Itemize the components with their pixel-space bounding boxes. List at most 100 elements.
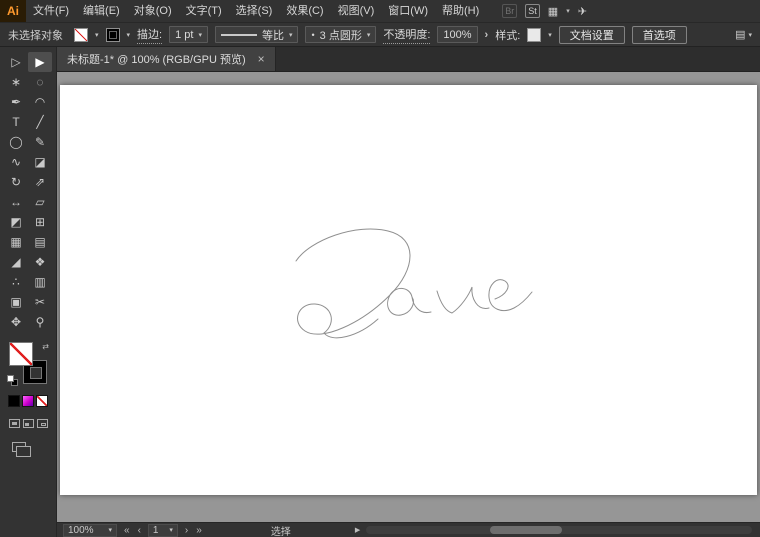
first-artboard-button[interactable]: «	[123, 525, 131, 536]
zoom-chevron-icon: ▾	[108, 527, 112, 534]
artboard-number-combo[interactable]: 1 ▾	[147, 523, 178, 537]
draw-inside-icon[interactable]	[36, 419, 48, 428]
fill-indicator-none[interactable]	[9, 342, 33, 366]
fill-color-swatch[interactable]	[74, 27, 88, 42]
menu-item-4[interactable]: 文字(T)	[179, 0, 229, 22]
eyedropper-tool[interactable]: ◢	[4, 252, 28, 272]
width-profile-line-icon	[220, 33, 257, 36]
default-fill-stroke-icon[interactable]	[7, 375, 18, 386]
opacity-combo[interactable]: 100%	[437, 26, 478, 43]
zoom-level-value: 100%	[68, 524, 94, 536]
brush-value: 3 点圆形	[319, 29, 362, 42]
mesh-tool[interactable]: ▦	[4, 232, 28, 252]
share-icon[interactable]: ✈	[578, 5, 587, 18]
apply-none-button[interactable]	[36, 395, 48, 407]
menu-item-3[interactable]: 对象(O)	[127, 0, 179, 22]
ellipse-tool[interactable]: ◯	[4, 132, 28, 152]
next-artboard-button[interactable]: ›	[184, 525, 189, 536]
apply-color-button[interactable]	[8, 395, 20, 407]
status-bar: 100% ▾ « ‹ 1 ▾ › » 选择 ▶	[57, 522, 760, 537]
menu-items: 文件(F) 编辑(E) 对象(O) 文字(T) 选择(S) 效果(C) 视图(V) 窗口(W)…	[26, 0, 486, 22]
document-tab-bar: 未标题-1* @ 100% (RGB/GPU 预览) ×	[57, 47, 760, 72]
curvature-tool[interactable]: ◠	[28, 92, 52, 112]
stroke-weight-label[interactable]: 描边:	[137, 26, 163, 44]
opacity-label[interactable]: 不透明度:	[383, 26, 431, 44]
eraser-tool[interactable]: ◪	[28, 152, 52, 172]
status-menu-arrow-icon[interactable]: ▶	[355, 526, 360, 534]
style-chevron-icon[interactable]: ▾	[548, 31, 552, 39]
artboard-number-value: 1	[152, 524, 159, 536]
control-bar: 未选择对象 ▾ ▾ 描边: 1 pt ▾ 等比 ▾ • 3 点圆形 ▾ 不透明度…	[0, 22, 760, 47]
selection-tool[interactable]: ▶	[28, 52, 52, 72]
swap-fill-stroke-icon[interactable]: ⇄	[42, 342, 49, 351]
stroke-color-swatch[interactable]	[105, 27, 120, 42]
app-logo[interactable]: Ai	[0, 0, 26, 22]
stock-icon[interactable]: St	[525, 4, 540, 18]
arrange-documents-icon[interactable]: ▦	[548, 5, 558, 18]
change-screen-mode-icon[interactable]	[12, 442, 31, 457]
direct-selection-tool[interactable]: ▷	[4, 52, 28, 72]
stroke-chevron-icon[interactable]: ▾	[127, 31, 131, 39]
width-profile-chevron-icon: ▾	[288, 31, 293, 39]
symbol-sprayer-tool[interactable]: ∴	[4, 272, 28, 292]
fill-stroke-indicator[interactable]: ⇄	[7, 342, 49, 386]
width-profile-combo[interactable]: 等比 ▾	[214, 26, 299, 43]
control-panel-menu[interactable]: ▤ ▾	[735, 28, 752, 41]
horizontal-scrollbar[interactable]	[366, 526, 752, 534]
menu-item-8[interactable]: 窗口(W)	[381, 0, 435, 22]
artboard[interactable]	[60, 85, 757, 495]
paintbrush-tool[interactable]: ✎	[28, 132, 52, 152]
artboard-tool[interactable]: ▣	[4, 292, 28, 312]
menu-item-2[interactable]: 编辑(E)	[76, 0, 127, 22]
column-graph-tool[interactable]: ▥	[28, 272, 52, 292]
artwork-love-outline[interactable]	[60, 85, 757, 495]
document-setup-button[interactable]: 文档设置	[558, 25, 625, 44]
preferences-button[interactable]: 首选项	[631, 25, 687, 44]
style-swatch[interactable]	[527, 27, 542, 42]
menu-item-6[interactable]: 效果(C)	[279, 0, 330, 22]
menu-item-1[interactable]: 文件(F)	[26, 0, 76, 22]
document-area: 未标题-1* @ 100% (RGB/GPU 预览) × 100% ▾ « ‹ …	[57, 47, 760, 537]
stroke-weight-combo[interactable]: 1 pt ▾	[169, 26, 208, 43]
slice-tool[interactable]: ✂	[28, 292, 52, 312]
document-tab[interactable]: 未标题-1* @ 100% (RGB/GPU 预览) ×	[57, 47, 276, 71]
draw-behind-icon[interactable]	[22, 419, 34, 428]
last-artboard-button[interactable]: »	[195, 525, 203, 536]
menu-item-7[interactable]: 视图(V)	[331, 0, 382, 22]
brush-combo[interactable]: • 3 点圆形 ▾	[305, 26, 377, 43]
lasso-tool[interactable]: ◌	[28, 72, 52, 92]
bridge-icon[interactable]: Br	[502, 4, 518, 18]
menubar-icons: Br St ▦ ▾ ✈	[502, 4, 587, 18]
opacity-expand-icon[interactable]: ›	[485, 29, 489, 41]
width-tool[interactable]: ↔	[4, 192, 28, 212]
previous-artboard-button[interactable]: ‹	[137, 525, 142, 536]
stroke-weight-value: 1 pt	[175, 28, 194, 41]
menu-item-9[interactable]: 帮助(H)	[435, 0, 486, 22]
blend-tool[interactable]: ❖	[28, 252, 52, 272]
canvas[interactable]	[57, 72, 760, 522]
zoom-tool[interactable]: ⚲	[28, 312, 52, 332]
perspective-grid-tool[interactable]: ⊞	[28, 212, 52, 232]
arrange-documents-chevron-icon[interactable]: ▾	[566, 7, 570, 15]
scale-tool[interactable]: ⇗	[28, 172, 52, 192]
panel-options-icon: ▤	[735, 29, 746, 41]
menu-item-5[interactable]: 选择(S)	[229, 0, 280, 22]
line-segment-tool[interactable]: ╱	[28, 112, 52, 132]
draw-normal-icon[interactable]	[8, 419, 20, 428]
width-profile-value: 等比	[261, 29, 284, 42]
zoom-level-combo[interactable]: 100% ▾	[63, 523, 117, 537]
tools-panel: ▷ ▶ ∗ ◌ ✒ ◠ T ╱ ◯ ✎ ∿ ◪ ↻ ⇗ ↔ ▱ ◩ ⊞ ▦ ▤ ◢ ❖ ∴ ▥ ▣ ✂ ✥ ⚲ ⇄	[0, 47, 57, 537]
gradient-tool[interactable]: ▤	[28, 232, 52, 252]
pen-tool[interactable]: ✒	[4, 92, 28, 112]
shaper-tool[interactable]: ∿	[4, 152, 28, 172]
shape-builder-tool[interactable]: ◩	[4, 212, 28, 232]
free-transform-tool[interactable]: ▱	[28, 192, 52, 212]
fill-chevron-icon[interactable]: ▾	[95, 31, 99, 39]
type-tool[interactable]: T	[4, 112, 28, 132]
magic-wand-tool[interactable]: ∗	[4, 72, 28, 92]
tab-close-icon[interactable]: ×	[258, 53, 265, 65]
rotate-tool[interactable]: ↻	[4, 172, 28, 192]
hand-tool[interactable]: ✥	[4, 312, 28, 332]
horizontal-scrollbar-thumb[interactable]	[489, 526, 562, 534]
apply-gradient-button[interactable]	[22, 395, 34, 407]
